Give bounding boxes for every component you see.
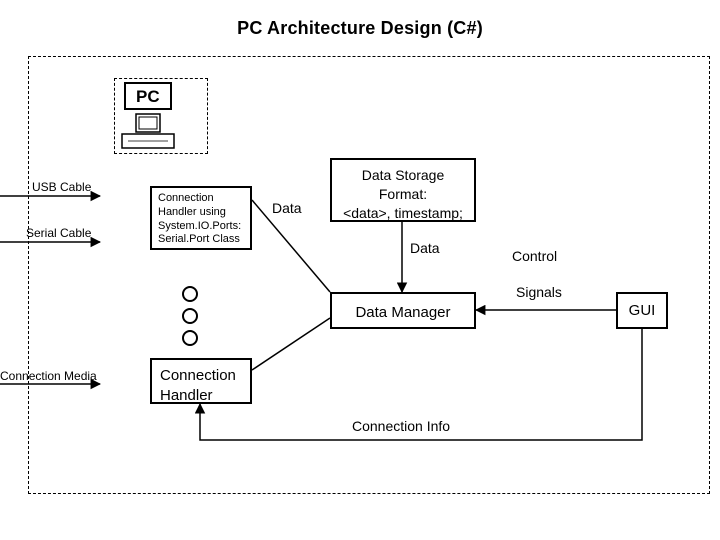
edge-label-conn-info: Connection Info: [352, 418, 450, 434]
serial-cable-label: Serial Cable: [26, 226, 91, 240]
connection-media-label: Connection Media: [0, 369, 97, 383]
data-storage-text: Data Storage Format: <data>, timestamp;: [332, 160, 474, 223]
edge-label-signals: Signals: [516, 284, 562, 300]
data-manager-box: Data Manager: [330, 292, 476, 329]
edge-label-data-1: Data: [272, 200, 302, 216]
ellipsis-dot: [182, 286, 198, 302]
pc-label: PC: [136, 87, 160, 107]
edge-label-control: Control: [512, 248, 557, 264]
gui-text: GUI: [618, 294, 666, 319]
edge-label-data-2: Data: [410, 240, 440, 256]
connection-handler2-box: Connection Handler: [150, 358, 252, 404]
connection-handler-text: Connection Handler using System.IO.Ports…: [152, 188, 250, 251]
usb-cable-label: USB Cable: [32, 180, 91, 194]
data-storage-box: Data Storage Format: <data>, timestamp;: [330, 158, 476, 222]
data-manager-text: Data Manager: [332, 294, 474, 323]
ellipsis-dot: [182, 330, 198, 346]
connection-handler-box: Connection Handler using System.IO.Ports…: [150, 186, 252, 250]
diagram-root: PC Architecture Design (C#) PC USB Cable…: [0, 0, 720, 540]
pc-label-box: PC: [124, 82, 172, 110]
gui-box: GUI: [616, 292, 668, 329]
diagram-title: PC Architecture Design (C#): [0, 18, 720, 39]
ellipsis-dot: [182, 308, 198, 324]
connection-handler2-text: Connection Handler: [152, 360, 250, 411]
